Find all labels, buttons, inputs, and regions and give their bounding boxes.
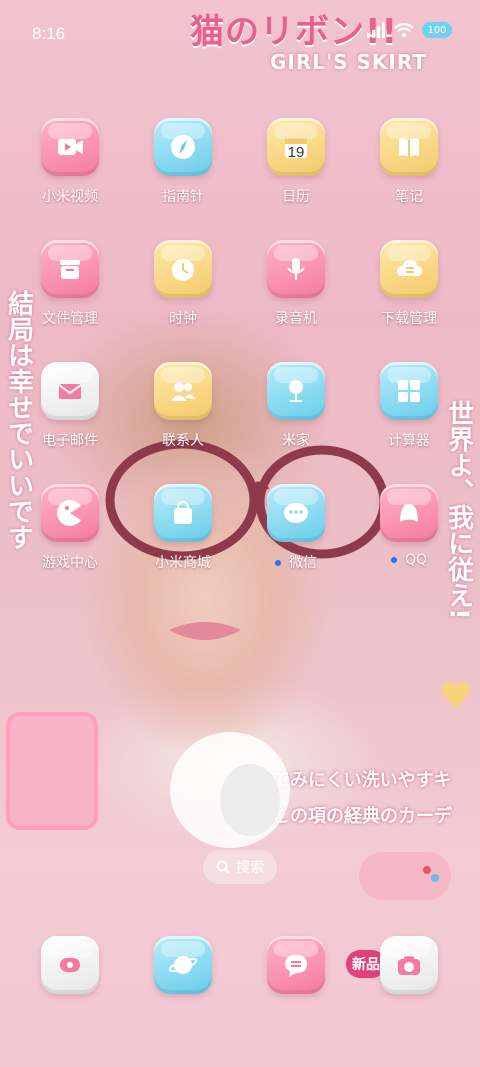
app-clock[interactable]: 时钟 [128, 240, 238, 350]
app-label-text: 计算器 [388, 433, 430, 449]
microphone-icon [267, 240, 325, 298]
clock-time: 8:16 [32, 24, 66, 43]
app-label: 电子邮件 [42, 430, 98, 450]
message-icon [267, 936, 325, 994]
app-label: 笔记 [395, 186, 423, 206]
lips-graphic [169, 622, 241, 640]
app-label: 指南针 [162, 186, 204, 206]
dock-messages[interactable] [241, 936, 351, 1046]
battery-icon: 100 [422, 22, 452, 38]
app-label-text: QQ [404, 552, 428, 568]
app-compass[interactable]: 指南针 [128, 118, 238, 228]
app-label-text: 日历 [282, 189, 310, 205]
app-label: 时钟 [169, 308, 197, 328]
dock-camera[interactable] [354, 936, 464, 1046]
camera-icon [380, 936, 438, 994]
app-label-text: 联系人 [162, 433, 204, 449]
app-notes[interactable]: 笔记 [354, 118, 464, 228]
app-label: 日历 [282, 186, 310, 206]
app-label: 联系人 [162, 430, 204, 450]
app-qq[interactable]: QQ [354, 484, 464, 594]
app-contacts[interactable]: 联系人 [128, 362, 238, 472]
search-button[interactable]: 搜索 [203, 850, 277, 884]
search-icon [216, 860, 230, 874]
app-label: 微信 [275, 552, 317, 572]
app-video[interactable]: 小米视频 [15, 118, 125, 228]
phone-icon [41, 936, 99, 994]
app-download[interactable]: 下载管理 [354, 240, 464, 350]
qq-icon [380, 484, 438, 542]
app-game[interactable]: 游戏中心 [15, 484, 125, 594]
heart-sticker [441, 682, 471, 708]
search-label: 搜索 [236, 860, 264, 876]
folder-icon [41, 240, 99, 298]
game-icon [41, 484, 99, 542]
wechat-icon [267, 484, 325, 542]
status-icons: 100 [366, 22, 452, 38]
app-label: 下载管理 [381, 308, 437, 328]
app-label: 小米商城 [155, 552, 211, 572]
calendar-day: 19 [287, 144, 305, 161]
app-label-text: 文件管理 [42, 311, 98, 327]
calculator-icon [380, 362, 438, 420]
planet-icon [154, 936, 212, 994]
app-label: 计算器 [388, 430, 430, 450]
photo-sticker [6, 712, 98, 830]
app-label: 录音机 [275, 308, 317, 328]
compass-icon [154, 118, 212, 176]
app-shopping-bag[interactable]: 小米商城 [128, 484, 238, 594]
app-label-text: 小米商城 [155, 555, 211, 571]
notes-icon [380, 118, 438, 176]
calendar-icon: 19 [267, 118, 325, 176]
app-smart-home[interactable]: 米家 [241, 362, 351, 472]
app-label-text: 微信 [289, 555, 317, 571]
app-label: 游戏中心 [42, 552, 98, 572]
app-label-text: 电子邮件 [42, 433, 98, 449]
wallpaper-line-2: この項の経典のカーデ [272, 806, 452, 827]
controller-sticker [359, 852, 451, 900]
app-label: 文件管理 [42, 308, 98, 328]
signal-icon [367, 22, 385, 38]
download-icon [380, 240, 438, 298]
shopping-bag-icon [154, 484, 212, 542]
app-calendar[interactable]: 19 日历 [241, 118, 351, 228]
video-icon [41, 118, 99, 176]
battery-level: 100 [427, 24, 447, 36]
app-label-text: 时钟 [169, 311, 197, 327]
new-indicator-dot [275, 560, 281, 566]
app-microphone[interactable]: 录音机 [241, 240, 351, 350]
app-mail[interactable]: 电子邮件 [15, 362, 125, 472]
headphones-graphic [170, 732, 290, 848]
app-label: 小米视频 [42, 186, 98, 206]
app-label-text: 录音机 [275, 311, 317, 327]
app-label-text: 下载管理 [381, 311, 437, 327]
dock-browser[interactable] [128, 936, 238, 1046]
smart-home-icon [267, 362, 325, 420]
app-wechat[interactable]: 微信 [241, 484, 351, 594]
clock-icon [154, 240, 212, 298]
contacts-icon [154, 362, 212, 420]
app-label-text: 笔记 [395, 189, 423, 205]
status-bar: 8:16 100 [0, 0, 480, 64]
wifi-icon [394, 22, 414, 37]
app-folder[interactable]: 文件管理 [15, 240, 125, 350]
app-label-text: 游戏中心 [42, 555, 98, 571]
wallpaper-line-1: でみにくい洗いやすキ [272, 770, 452, 791]
dock-phone[interactable] [15, 936, 125, 1046]
app-label-text: 指南针 [162, 189, 204, 205]
mail-icon [41, 362, 99, 420]
app-label: 米家 [282, 430, 310, 450]
app-label: QQ [390, 552, 428, 568]
app-calculator[interactable]: 计算器 [354, 362, 464, 472]
app-label-text: 米家 [282, 433, 310, 449]
new-indicator-dot [390, 557, 397, 563]
app-label-text: 小米视频 [42, 189, 98, 205]
